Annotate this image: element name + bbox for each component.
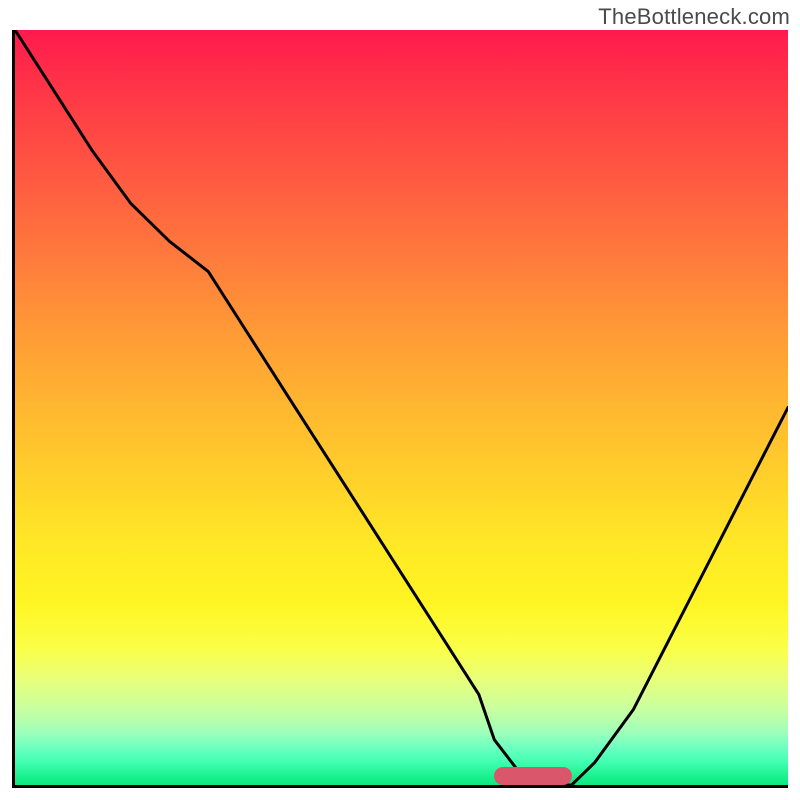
bottleneck-curve xyxy=(15,30,788,785)
optimum-marker xyxy=(494,767,571,785)
watermark-text: TheBottleneck.com xyxy=(598,4,790,30)
plot-area xyxy=(12,30,788,788)
